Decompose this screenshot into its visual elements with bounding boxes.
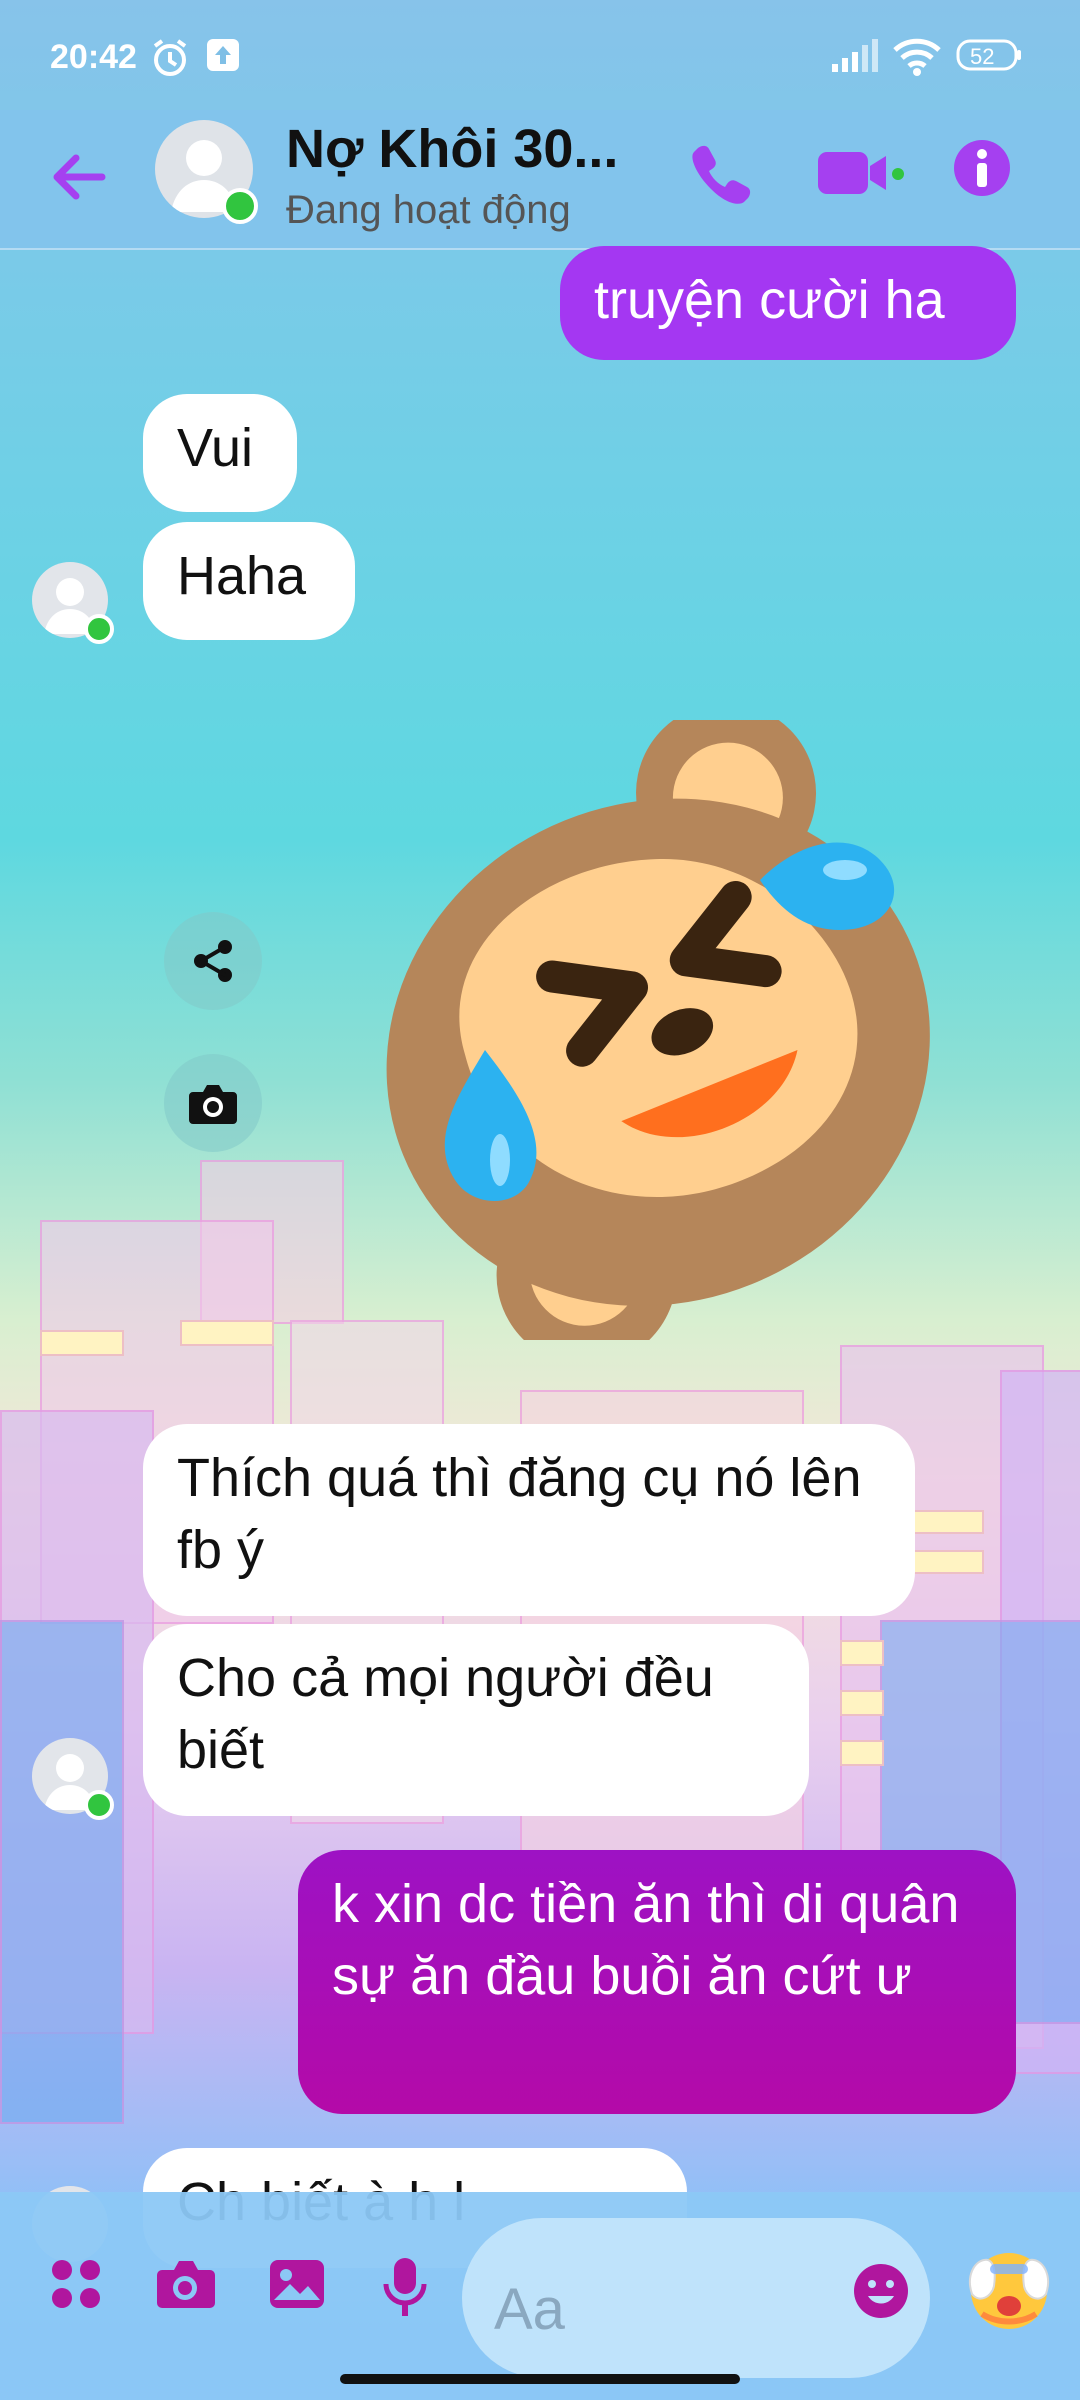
save-sticker-button[interactable]: [164, 1054, 262, 1152]
menu-dots-icon[interactable]: [48, 2256, 104, 2317]
video-call-icon[interactable]: [814, 144, 904, 209]
share-button[interactable]: [164, 912, 262, 1010]
battery-level: 52: [970, 44, 995, 69]
home-indicator[interactable]: [340, 2374, 740, 2384]
back-arrow-icon[interactable]: [44, 142, 114, 212]
laughing-monkey-sticker[interactable]: [350, 703, 970, 1366]
building-window: [180, 1320, 274, 1346]
message-composer: Aa: [0, 2192, 1080, 2400]
status-time: 20:42: [50, 38, 137, 76]
upload-notification-icon: [206, 38, 240, 77]
online-indicator: [84, 614, 114, 644]
conversation-header: Nợ Khôi 30... Đang hoạt động: [0, 110, 1080, 250]
online-indicator: [222, 188, 258, 224]
message-bubble-outgoing[interactable]: truyện cười ha: [560, 246, 1016, 360]
emoji-icon[interactable]: [852, 2262, 910, 2325]
message-text: Cho cả mọi người đều biết: [177, 1648, 714, 1780]
message-text: Thích quá thì đăng cụ nó lên fb ý: [177, 1448, 862, 1580]
message-bubble-incoming[interactable]: Cho cả mọi người đều biết: [143, 1624, 809, 1816]
online-indicator: [84, 1790, 114, 1820]
wifi-icon: [892, 38, 942, 81]
image-icon[interactable]: [268, 2256, 326, 2317]
camera-icon[interactable]: [154, 2256, 216, 2317]
building-window: [840, 1640, 884, 1666]
message-text: Vui: [177, 418, 254, 478]
reaction-emoji-icon[interactable]: [962, 2244, 1056, 2343]
status-bar: 20:42 52: [0, 0, 1080, 120]
message-text: Haha: [177, 546, 307, 606]
building-window: [840, 1690, 884, 1716]
contact-name[interactable]: Nợ Khôi 30...: [286, 118, 618, 180]
presence-status: Đang hoạt động: [286, 188, 571, 232]
info-icon[interactable]: [952, 138, 1012, 203]
building-window: [840, 1740, 884, 1766]
building-window: [40, 1330, 124, 1356]
share-icon: [194, 940, 232, 982]
microphone-icon[interactable]: [380, 2256, 430, 2325]
signal-icon: [830, 38, 880, 79]
message-input-placeholder: Aa: [494, 2277, 565, 2342]
message-bubble-outgoing[interactable]: k xin dc tiền ăn thì di quân sự ăn đầu b…: [298, 1850, 1016, 2114]
message-bubble-incoming[interactable]: Thích quá thì đăng cụ nó lên fb ý: [143, 1424, 915, 1616]
message-text: truyện cười ha: [594, 270, 945, 330]
message-bubble-incoming[interactable]: Vui: [143, 394, 297, 512]
phone-icon[interactable]: [684, 138, 754, 213]
alarm-icon: [150, 38, 190, 83]
camera-icon: [189, 1085, 237, 1124]
building: [0, 1620, 124, 2124]
message-bubble-incoming[interactable]: Haha: [143, 522, 355, 640]
message-text: k xin dc tiền ăn thì di quân sự ăn đầu b…: [332, 1874, 960, 2006]
